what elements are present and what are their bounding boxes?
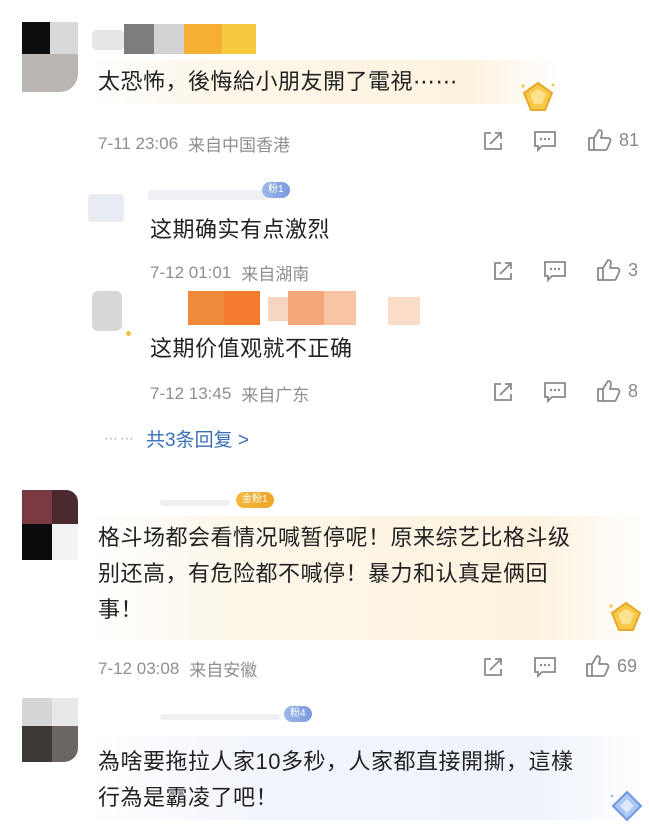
comment-3: 粉4 為啥要拖拉人家10多秒，人家都直接開撕，這樣 行為是霸凌了吧！ [0, 690, 649, 825]
view-replies-link[interactable]: ⋯⋯ 共3条回复 > [104, 425, 249, 452]
like-icon [596, 258, 622, 282]
username-redacted[interactable] [92, 24, 262, 54]
location: 来自湖南 [241, 265, 310, 284]
comment-text-line-2: 别还高，有危险都不喊停！暴力和认真是俩回 [98, 561, 549, 586]
share-button[interactable] [492, 381, 514, 403]
share-icon [492, 381, 514, 403]
like-button[interactable]: 69 [585, 654, 637, 678]
avatar[interactable] [22, 698, 78, 762]
comment-meta: 7-12 13:45 来自广东 [150, 381, 309, 406]
comment-text-line-1: 為啥要拖拉人家10多秒，人家都直接開撕，這樣 [98, 749, 574, 774]
comment-text: 这期确实有点激烈 [150, 217, 331, 242]
fan-badge: 粉1 [262, 182, 290, 198]
username-redacted[interactable] [160, 714, 280, 724]
username-redacted[interactable] [148, 182, 278, 204]
comment-button[interactable] [543, 381, 567, 403]
share-icon [492, 260, 514, 282]
dots-icon: ⋯⋯ [104, 430, 136, 446]
location: 来自广东 [241, 386, 310, 405]
location: 来自安徽 [189, 661, 258, 680]
fan-badge: 粉4 [284, 706, 312, 722]
like-count: 8 [628, 380, 639, 401]
comment-1: 太恐怖，後悔給小朋友開了電視⋯⋯ 7-11 23:06 来自中国香港 81 [0, 0, 649, 170]
location: 来自中国香港 [188, 136, 291, 155]
like-count: 69 [617, 655, 638, 676]
comment-meta: 7-12 01:01 来自湖南 [150, 260, 309, 285]
like-icon [596, 379, 622, 403]
fan-badge: 金粉1 [236, 492, 274, 508]
view-replies-label: 共3条回复 > [146, 430, 249, 451]
comment-meta: 7-11 23:06 来自中国香港 [98, 131, 290, 156]
timestamp: 7-12 01:01 [150, 262, 232, 282]
like-button[interactable]: 8 [596, 379, 638, 403]
timestamp: 7-12 13:45 [150, 383, 232, 403]
avatar[interactable] [22, 22, 78, 92]
share-button[interactable] [482, 656, 504, 678]
gold-diamond-icon [608, 600, 644, 639]
share-button[interactable] [482, 130, 504, 152]
comment-2: 金粉1 格斗场都会看情况喊暂停呢！原来综艺比格斗级 别还高，有危险都不喊停！暴力… [0, 480, 649, 690]
avatar[interactable] [88, 186, 128, 226]
comment-meta: 7-12 03:08 来自安徽 [98, 656, 257, 681]
avatar[interactable] [92, 291, 132, 337]
username-redacted[interactable] [160, 500, 240, 510]
share-icon [482, 130, 504, 152]
avatar[interactable] [22, 490, 78, 560]
comment-icon [543, 260, 567, 282]
comment-icon [533, 130, 557, 152]
comment-text-line-2: 行為是霸凌了吧！ [98, 785, 279, 810]
blue-diamond-icon [610, 790, 644, 827]
comment-icon [543, 381, 567, 403]
username-redacted[interactable] [188, 291, 428, 327]
comment-button[interactable] [533, 130, 557, 152]
like-button[interactable]: 81 [587, 128, 639, 152]
comment-text: 这期价值观就不正确 [150, 336, 353, 361]
like-count: 81 [619, 129, 640, 150]
comment-button[interactable] [533, 656, 557, 678]
timestamp: 7-11 23:06 [98, 133, 179, 153]
gold-diamond-icon [520, 80, 556, 119]
like-icon [585, 654, 611, 678]
comment-text-line-3: 事！ [98, 597, 144, 622]
like-button[interactable]: 3 [596, 258, 638, 282]
comment-text: 太恐怖，後悔給小朋友開了電視⋯⋯ [98, 69, 459, 94]
reply-2: 这期价值观就不正确 7-12 13:45 来自广东 8 [0, 285, 649, 415]
comment-text-line-1: 格斗场都会看情况喊暂停呢！原来综艺比格斗级 [98, 525, 571, 550]
comment-button[interactable] [543, 260, 567, 282]
share-button[interactable] [492, 260, 514, 282]
share-icon [482, 656, 504, 678]
comment-icon [533, 656, 557, 678]
like-count: 3 [628, 259, 639, 280]
reply-1: 粉1 这期确实有点激烈 7-12 01:01 来自湖南 3 [0, 170, 649, 290]
like-icon [587, 128, 613, 152]
timestamp: 7-12 03:08 [98, 658, 180, 678]
